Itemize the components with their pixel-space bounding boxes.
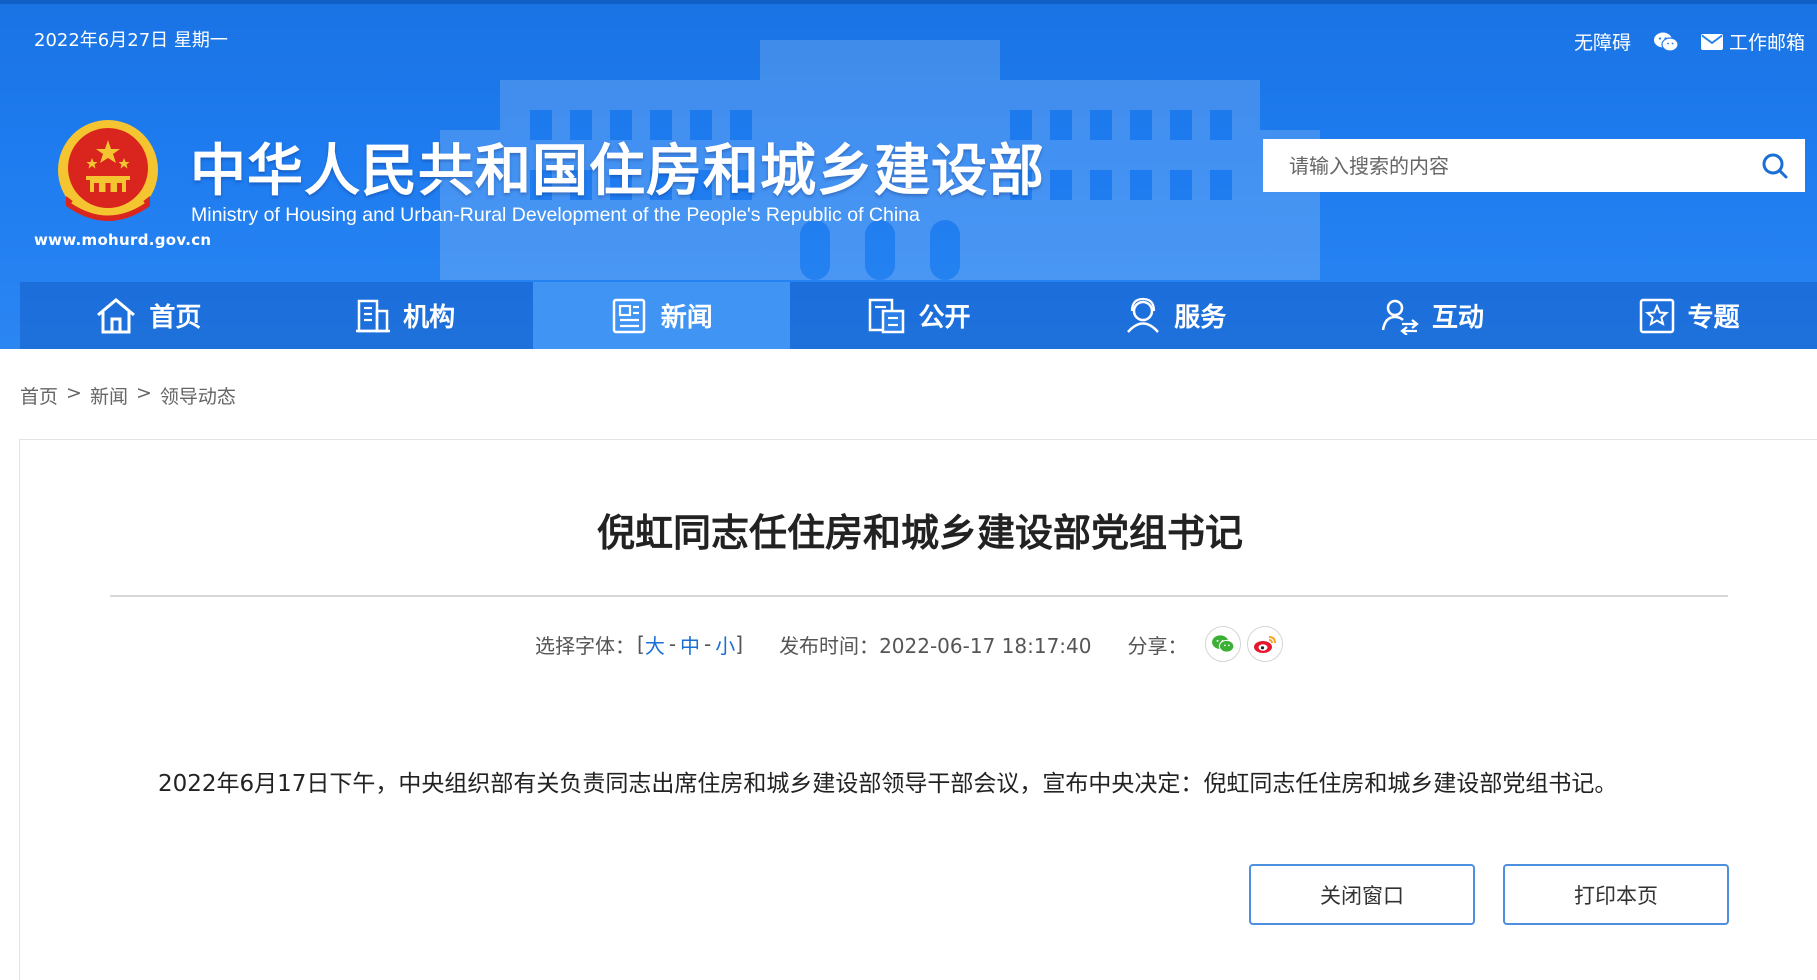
breadcrumb-home[interactable]: 首页 <box>20 382 58 409</box>
bracket-close: ] <box>735 632 744 656</box>
breadcrumb-leadership-news[interactable]: 领导动态 <box>160 382 236 409</box>
publish-info: 发布时间：2022-06-17 18:17:40 <box>779 630 1091 659</box>
nav-item-public-info[interactable]: 公开 <box>790 282 1047 349</box>
nav-item-interaction[interactable]: 互动 <box>1304 282 1561 349</box>
main-nav: 首页 机构 新闻 公开 服务 互动 专题 <box>20 282 1817 349</box>
search-input[interactable] <box>1263 139 1745 192</box>
home-icon <box>97 297 136 333</box>
title-divider <box>110 595 1728 597</box>
document-icon <box>868 298 904 333</box>
breadcrumb: 首页 > 新闻 > 领导动态 <box>20 382 236 409</box>
service-icon <box>1127 297 1160 333</box>
wechat-icon <box>1653 32 1679 52</box>
interaction-icon <box>1381 299 1419 335</box>
nav-item-label: 机构 <box>403 303 456 333</box>
font-size-separator: - <box>668 632 677 656</box>
nav-item-organization[interactable]: 机构 <box>277 282 534 349</box>
wechat-share-icon <box>1212 635 1235 653</box>
nav-item-label: 专题 <box>1687 303 1740 333</box>
nav-item-news[interactable]: 新闻 <box>533 282 791 349</box>
publish-label: 发布时间： <box>779 633 880 658</box>
font-size-large[interactable]: 大 <box>645 630 665 659</box>
font-size-separator: - <box>704 632 712 656</box>
article-title: 倪虹同志任住房和城乡建设部党组书记 <box>596 511 1243 555</box>
share-label: 分享： <box>1127 633 1188 658</box>
nav-item-label: 互动 <box>1431 303 1484 333</box>
breadcrumb-separator: > <box>66 382 82 404</box>
nav-item-label: 公开 <box>918 303 971 333</box>
news-icon <box>612 298 646 333</box>
nav-item-special-topics[interactable]: 专题 <box>1560 282 1817 349</box>
current-date: 2022年6月27日 星期一 <box>34 30 228 51</box>
mail-icon <box>1700 33 1723 50</box>
font-size-small[interactable]: 小 <box>715 630 735 659</box>
nav-item-label: 首页 <box>149 303 202 333</box>
print-page-button[interactable]: 打印本页 <box>1503 864 1729 925</box>
site-title-chinese: 中华人民共和国住房和城乡建设部 <box>190 139 1045 204</box>
search-box <box>1263 139 1805 192</box>
weibo-share-icon <box>1254 636 1277 653</box>
site-url: www.mohurd.gov.cn <box>34 231 212 249</box>
share-wechat-button[interactable] <box>1205 626 1242 662</box>
wechat-link[interactable] <box>1653 31 1679 53</box>
article-body: 2022年6月17日下午，中央组织部有关负责同志出席住房和城乡建设部领导干部会议… <box>158 771 1618 797</box>
work-mail-label: 工作邮箱 <box>1728 32 1805 54</box>
nav-item-label: 新闻 <box>660 303 713 333</box>
work-mail-link[interactable]: 工作邮箱 <box>1700 28 1805 55</box>
accessibility-link[interactable]: 无障碍 <box>1574 28 1631 55</box>
top-links: 无障碍 工作邮箱 <box>1574 28 1805 55</box>
star-icon <box>1639 298 1674 333</box>
nav-item-home[interactable]: 首页 <box>20 282 277 349</box>
building-icon <box>356 299 391 332</box>
site-header: 2022年6月27日 星期一 无障碍 工作邮箱 中华人民共和国住房和城乡建设部 … <box>0 0 1817 349</box>
article-meta: 选择字体： [ 大 - 中 - 小 ] 发布时间：2022-06-17 18:1… <box>535 624 1284 664</box>
bracket-open: [ <box>637 632 645 656</box>
search-button[interactable] <box>1745 139 1805 192</box>
national-emblem-logo[interactable] <box>56 118 160 230</box>
site-title-english: Ministry of Housing and Urban-Rural Deve… <box>191 204 920 226</box>
font-size-medium[interactable]: 中 <box>680 630 700 659</box>
breadcrumb-news[interactable]: 新闻 <box>90 382 128 409</box>
nav-item-service[interactable]: 服务 <box>1047 282 1304 349</box>
font-size-label: 选择字体： <box>535 633 635 658</box>
publish-time: 2022-06-17 18:17:40 <box>879 633 1092 658</box>
share-weibo-button[interactable] <box>1247 626 1284 662</box>
close-window-button[interactable]: 关闭窗口 <box>1249 864 1475 925</box>
search-icon <box>1762 153 1788 178</box>
header-top-border <box>0 0 1817 4</box>
breadcrumb-separator: > <box>135 382 152 404</box>
nav-item-label: 服务 <box>1174 303 1227 333</box>
